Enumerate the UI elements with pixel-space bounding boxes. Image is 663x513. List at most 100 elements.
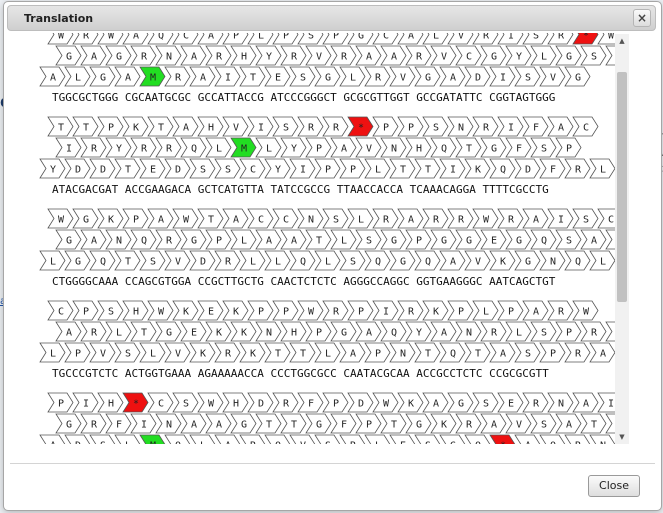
codon-arrow[interactable]: A bbox=[55, 321, 82, 342]
codon-arrow[interactable]: T bbox=[580, 413, 607, 434]
codon-arrow[interactable]: S bbox=[414, 434, 441, 444]
codon-arrow[interactable]: D bbox=[464, 66, 491, 87]
codon-arrow[interactable]: W bbox=[572, 300, 599, 321]
codon-arrow[interactable]: S bbox=[189, 158, 216, 179]
codon-arrow[interactable]: E bbox=[264, 66, 291, 87]
codon-arrow[interactable]: K bbox=[422, 300, 449, 321]
codon-arrow[interactable]: L bbox=[422, 33, 449, 45]
codon-arrow[interactable]: Q bbox=[180, 137, 207, 158]
codon-arrow[interactable]: C bbox=[47, 300, 74, 321]
codon-arrow[interactable]: W bbox=[47, 208, 74, 229]
codon-arrow[interactable]: S bbox=[172, 392, 199, 413]
codon-arrow[interactable]: K bbox=[222, 300, 249, 321]
codon-arrow[interactable]: R bbox=[80, 413, 107, 434]
codon-arrow[interactable]: A bbox=[180, 413, 207, 434]
codon-arrow[interactable]: E bbox=[197, 300, 224, 321]
codon-arrow[interactable]: G bbox=[55, 229, 82, 250]
codon-arrow[interactable]: R bbox=[480, 321, 507, 342]
codon-arrow[interactable]: D bbox=[164, 158, 191, 179]
codon-arrow[interactable]: S bbox=[322, 208, 349, 229]
codon-arrow[interactable]: N bbox=[155, 413, 182, 434]
codon-arrow[interactable]: I bbox=[55, 137, 82, 158]
codon-arrow[interactable]: P bbox=[272, 300, 299, 321]
codon-arrow[interactable]: L bbox=[339, 66, 366, 87]
codon-arrow[interactable]: W bbox=[197, 392, 224, 413]
codon-arrow[interactable]: P bbox=[539, 342, 566, 363]
codon-arrow[interactable]: I bbox=[130, 413, 157, 434]
codon-arrow[interactable]: W bbox=[472, 208, 499, 229]
codon-arrow[interactable]: N bbox=[380, 137, 407, 158]
codon-arrow[interactable]: V bbox=[539, 66, 566, 87]
codon-arrow[interactable]: A bbox=[205, 413, 232, 434]
codon-arrow[interactable]: S bbox=[114, 342, 141, 363]
codon-arrow[interactable]: P bbox=[322, 33, 349, 45]
codon-arrow[interactable]: G bbox=[389, 250, 416, 271]
codon-arrow[interactable]: L bbox=[264, 250, 291, 271]
codon-arrow[interactable]: P bbox=[347, 300, 374, 321]
codon-arrow[interactable]: R bbox=[522, 392, 549, 413]
codon-arrow[interactable]: P bbox=[372, 116, 399, 137]
codon-arrow[interactable]: T bbox=[47, 116, 74, 137]
codon-arrow[interactable]: A bbox=[280, 229, 307, 250]
codon-arrow[interactable]: A bbox=[489, 342, 516, 363]
codon-arrow[interactable]: K bbox=[205, 321, 232, 342]
codon-arrow[interactable]: K bbox=[122, 116, 149, 137]
close-button[interactable]: Close bbox=[588, 475, 640, 497]
codon-arrow[interactable]: A bbox=[547, 116, 574, 137]
codon-arrow[interactable]: H bbox=[230, 45, 257, 66]
codon-arrow[interactable]: S bbox=[97, 300, 124, 321]
codon-arrow[interactable]: Q bbox=[130, 229, 157, 250]
codon-arrow[interactable]: K bbox=[489, 250, 516, 271]
codon-arrow[interactable]: S bbox=[339, 250, 366, 271]
close-icon[interactable]: × bbox=[633, 9, 651, 27]
codon-arrow[interactable]: R bbox=[372, 208, 399, 229]
codon-arrow[interactable]: V bbox=[505, 413, 532, 434]
codon-arrow[interactable]: V bbox=[289, 434, 316, 444]
codon-arrow[interactable]: R bbox=[447, 208, 474, 229]
codon-arrow[interactable]: T bbox=[255, 413, 282, 434]
codon-arrow[interactable]: P bbox=[555, 321, 582, 342]
scroll-up-icon[interactable]: ▲ bbox=[615, 34, 629, 48]
codon-arrow[interactable]: P bbox=[305, 137, 332, 158]
codon-arrow[interactable]: A bbox=[189, 66, 216, 87]
codon-arrow[interactable]: Q bbox=[564, 250, 591, 271]
codon-arrow[interactable]: R bbox=[214, 250, 241, 271]
codon-arrow[interactable]: G bbox=[555, 45, 582, 66]
codon-arrow[interactable]: P bbox=[355, 413, 382, 434]
codon-arrow[interactable]: C bbox=[572, 116, 599, 137]
codon-arrow[interactable]: R bbox=[330, 45, 357, 66]
codon-arrow[interactable]: R bbox=[164, 66, 191, 87]
codon-arrow[interactable]: R bbox=[472, 33, 499, 45]
codon-arrow[interactable]: A bbox=[422, 392, 449, 413]
codon-arrow[interactable]: I bbox=[547, 208, 574, 229]
codon-arrow[interactable]: A bbox=[397, 33, 424, 45]
codon-arrow[interactable]: R bbox=[547, 33, 574, 45]
codon-arrow[interactable]: K bbox=[239, 342, 266, 363]
codon-arrow[interactable]: V bbox=[305, 45, 332, 66]
codon-arrow[interactable]: Q bbox=[439, 342, 466, 363]
codon-arrow[interactable]: R bbox=[580, 321, 607, 342]
codon-arrow[interactable]: W bbox=[372, 392, 399, 413]
codon-arrow[interactable]: S bbox=[272, 116, 299, 137]
codon-arrow[interactable]: E bbox=[497, 392, 524, 413]
codon-arrow[interactable]: D bbox=[247, 392, 274, 413]
codon-arrow[interactable]: G bbox=[230, 413, 257, 434]
codon-arrow[interactable]: T bbox=[280, 413, 307, 434]
codon-arrow[interactable]: A bbox=[39, 434, 66, 444]
codon-arrow[interactable]: R bbox=[280, 45, 307, 66]
codon-arrow[interactable]: C bbox=[272, 208, 299, 229]
codon-arrow[interactable]: L bbox=[205, 137, 232, 158]
codon-arrow[interactable]: N bbox=[447, 116, 474, 137]
codon-arrow[interactable]: H bbox=[97, 392, 124, 413]
codon-arrow[interactable]: T bbox=[147, 116, 174, 137]
codon-arrow[interactable]: S bbox=[472, 392, 499, 413]
codon-arrow[interactable]: D bbox=[514, 158, 541, 179]
codon-arrow[interactable]: V bbox=[389, 66, 416, 87]
codon-arrow[interactable]: L bbox=[330, 229, 357, 250]
codon-arrow[interactable]: L bbox=[230, 229, 257, 250]
codon-arrow[interactable]: L bbox=[314, 342, 341, 363]
codon-arrow[interactable]: C bbox=[239, 158, 266, 179]
codon-arrow[interactable]: G bbox=[505, 229, 532, 250]
codon-arrow[interactable]: P bbox=[205, 229, 232, 250]
codon-arrow[interactable]: A bbox=[80, 229, 107, 250]
